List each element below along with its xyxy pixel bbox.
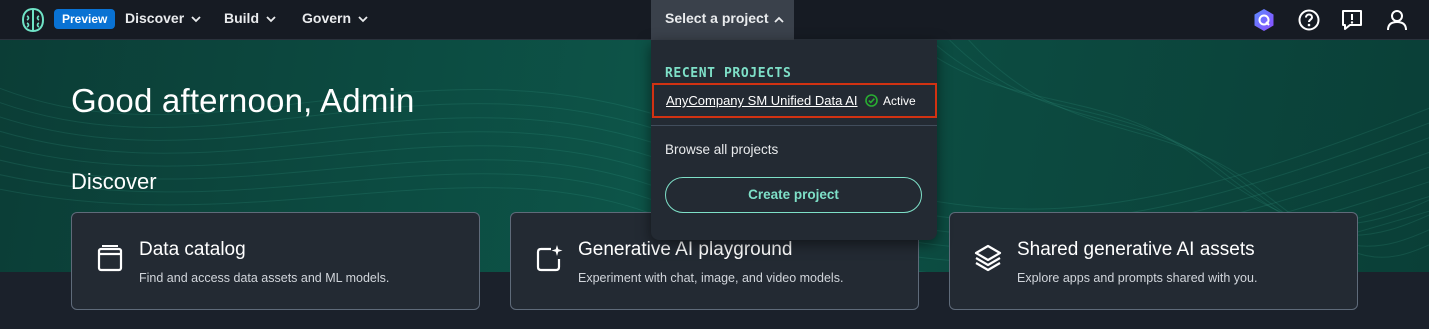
help-icon[interactable]	[1297, 8, 1321, 32]
chevron-down-icon	[191, 16, 201, 23]
feedback-icon[interactable]	[1340, 8, 1364, 32]
browse-all-projects-link[interactable]: Browse all projects	[665, 142, 778, 157]
layers-icon	[974, 243, 1002, 273]
user-profile-icon[interactable]	[1385, 8, 1409, 32]
recent-project-item[interactable]: AnyCompany SM Unified Data AI Active	[652, 83, 937, 118]
select-project-label: Select a project	[665, 10, 769, 26]
amazon-q-icon[interactable]	[1252, 8, 1276, 32]
card-title: Shared generative AI assets	[1017, 239, 1255, 260]
data-catalog-icon	[96, 243, 124, 273]
card-description: Find and access data assets and ML model…	[139, 271, 390, 285]
nav-discover-label: Discover	[125, 10, 185, 26]
chevron-down-icon	[266, 16, 276, 23]
discover-section-title: Discover	[71, 169, 157, 194]
playground-sparkle-icon	[535, 243, 563, 273]
nav-govern-menu[interactable]: Govern	[302, 0, 368, 40]
create-project-button[interactable]: Create project	[665, 177, 922, 213]
card-title: Data catalog	[139, 239, 246, 260]
card-description: Explore apps and prompts shared with you…	[1017, 271, 1258, 285]
nav-discover-menu[interactable]: Discover	[125, 0, 201, 40]
check-circle-icon	[865, 94, 878, 107]
nav-build-label: Build	[224, 10, 259, 26]
dropdown-divider	[651, 125, 937, 126]
nav-build-menu[interactable]: Build	[224, 0, 276, 40]
top-navigation: Preview Discover Build Govern Select a p…	[0, 0, 1429, 40]
data-catalog-card[interactable]: Data catalog Find and access data assets…	[71, 212, 480, 310]
recent-project-link[interactable]: AnyCompany SM Unified Data AI	[666, 93, 857, 108]
chevron-up-icon	[774, 16, 785, 23]
project-status-badge: Active	[883, 94, 916, 108]
select-project-button[interactable]: Select a project	[651, 0, 794, 40]
page-greeting: Good afternoon, Admin	[71, 82, 415, 119]
shared-generative-ai-assets-card[interactable]: Shared generative AI assets Explore apps…	[949, 212, 1358, 310]
preview-badge: Preview	[54, 9, 116, 29]
chevron-down-icon	[358, 16, 368, 23]
nav-govern-label: Govern	[302, 10, 352, 26]
project-dropdown-menu: RECENT PROJECTS AnyCompany SM Unified Da…	[651, 40, 937, 240]
card-description: Experiment with chat, image, and video m…	[578, 271, 844, 285]
recent-projects-heading: RECENT PROJECTS	[665, 66, 792, 81]
card-title: Generative AI playground	[578, 239, 793, 260]
app-logo-icon[interactable]	[20, 7, 46, 33]
